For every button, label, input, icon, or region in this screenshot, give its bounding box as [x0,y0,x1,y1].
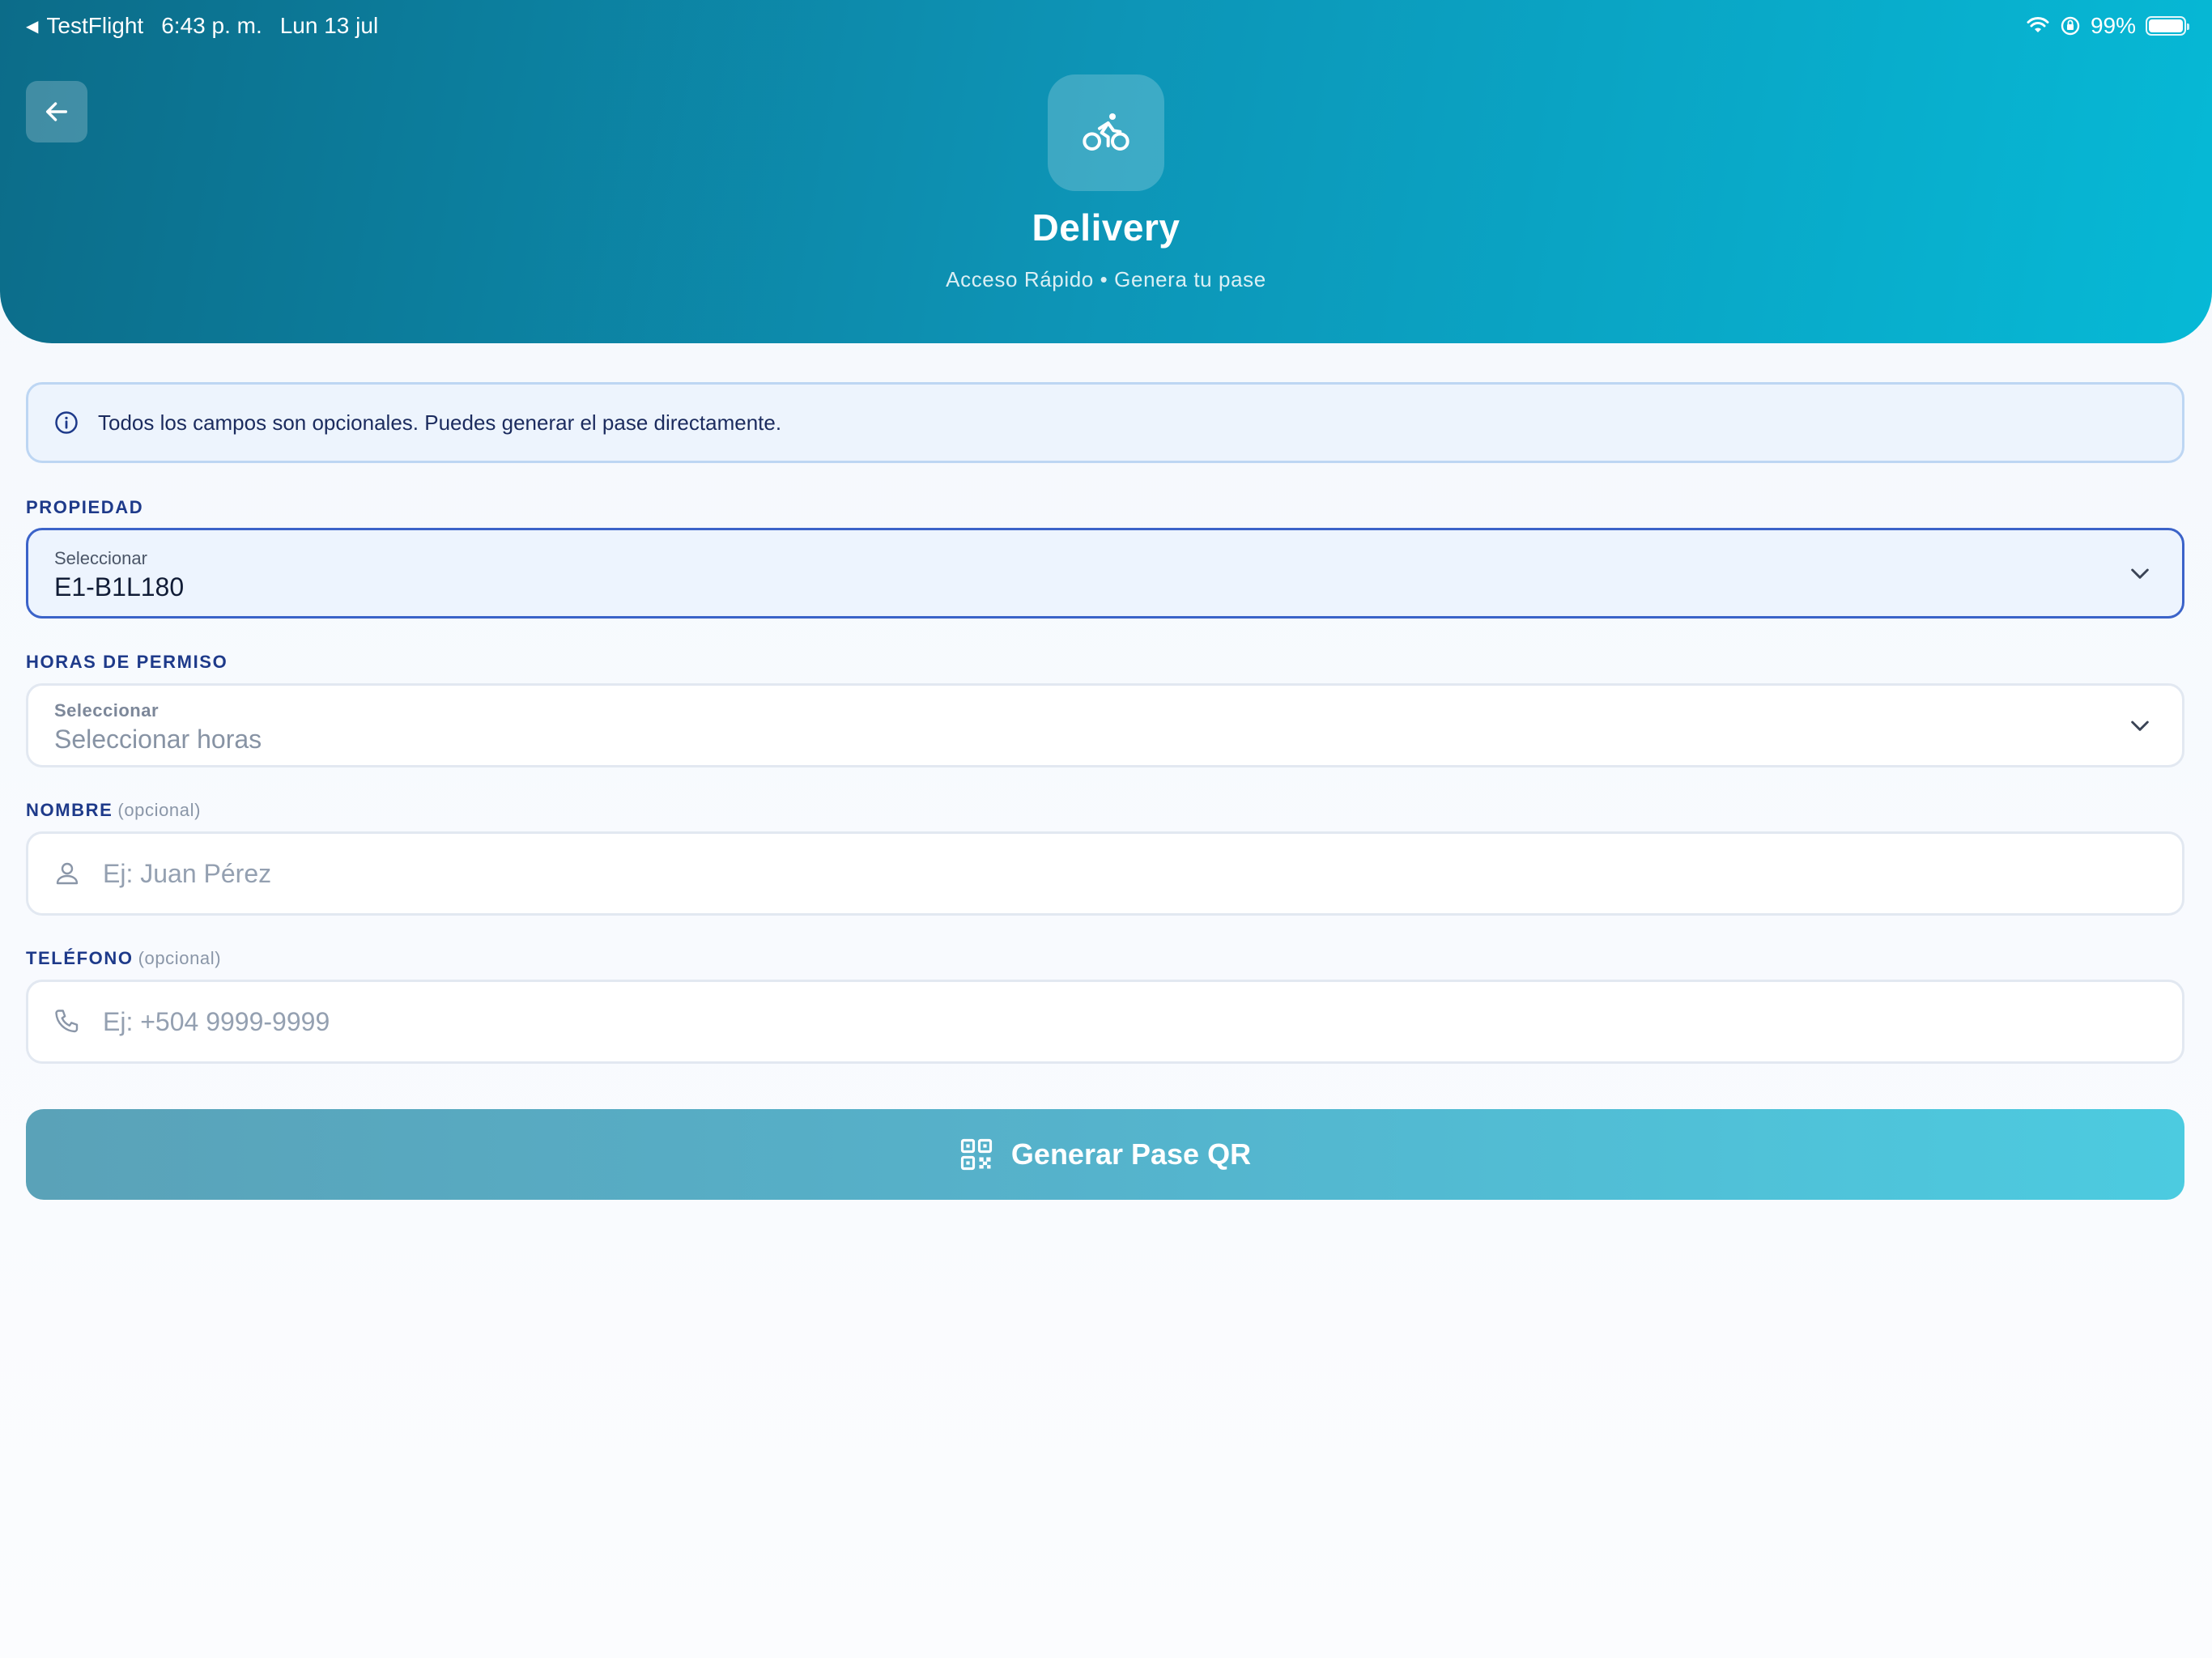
property-select-value: E1-B1L180 [54,572,185,602]
hours-select-placeholder: Seleccionar horas [54,725,262,754]
chevron-down-icon [2131,568,2149,579]
property-select-caption: Seleccionar [54,548,147,568]
arrow-left-icon [45,102,68,121]
hours-select-caption: Seleccionar [54,700,160,721]
info-banner: Todos los campos son opcionales. Puedes … [26,382,2184,463]
header: ◀ TestFlight 6:43 p. m. Lun 13 jul 99% D… [0,0,2212,343]
back-to-app-label[interactable]: TestFlight [46,13,143,39]
hours-label: HORAS DE PERMISO [26,652,228,673]
page-title: Delivery [1032,206,1180,249]
phone-input[interactable] [103,1006,2046,1037]
property-label: PROPIEDAD [26,497,143,518]
name-field[interactable] [26,831,2184,916]
delivery-pass-screen: ◀ TestFlight 6:43 p. m. Lun 13 jul 99% D… [0,0,2212,1658]
generate-qr-label: Generar Pase QR [1010,1137,1252,1171]
battery-percent: 99% [2090,13,2136,38]
chevron-down-icon [2131,721,2149,731]
back-to-app-icon[interactable]: ◀ [26,16,38,36]
page-subtitle: Acceso Rápido • Genera tu pase [946,267,1266,291]
status-right: 99% [2026,13,2189,39]
status-bar: ◀ TestFlight 6:43 p. m. Lun 13 jul 99% [0,0,2212,52]
property-label-text: PROPIEDAD [26,497,144,517]
property-select-content: Seleccionar E1-B1L180 [54,548,184,602]
delivery-icon-tile [1048,74,1164,191]
hours-select[interactable]: Seleccionar Seleccionar horas [26,683,2184,767]
bicycle-icon [1083,113,1129,151]
phone-field[interactable] [26,980,2184,1064]
phone-label: TELÉFONO (opcional) [26,948,221,969]
phone-icon [55,1010,79,1033]
status-time: 6:43 p. m. [161,13,262,38]
name-label: NOMBRE (opcional) [26,800,201,821]
wifi-icon [2027,17,2049,32]
property-select[interactable]: Seleccionar E1-B1L180 [26,528,2184,619]
name-label-text: NOMBRE [26,800,113,820]
name-optional-text: (opcional) [117,800,201,820]
name-input[interactable] [103,858,2046,889]
info-icon [55,411,78,434]
status-date: Lun 13 jul [279,13,379,38]
battery-icon [2146,16,2189,36]
hours-label-text: HORAS DE PERMISO [26,652,228,672]
back-button[interactable] [26,81,87,142]
user-icon [56,862,79,885]
status-left: ◀ TestFlight 6:43 p. m. Lun 13 jul [26,13,378,39]
hours-select-content: Seleccionar Seleccionar horas [54,700,262,755]
info-banner-text: Todos los campos son opcionales. Puedes … [98,410,782,435]
orientation-lock-icon [2061,16,2080,36]
phone-label-text: TELÉFONO [26,948,134,968]
phone-optional-text: (opcional) [138,948,222,968]
generate-qr-button[interactable]: Generar Pase QR [26,1109,2184,1200]
qr-code-icon [960,1138,992,1171]
